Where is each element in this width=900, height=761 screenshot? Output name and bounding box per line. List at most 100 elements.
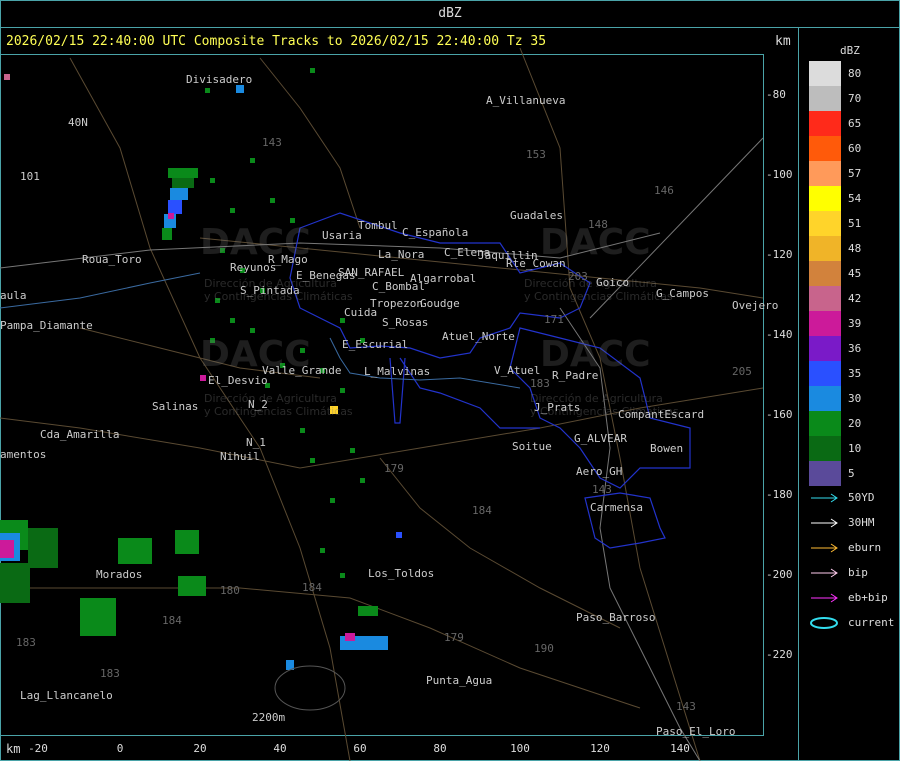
x-tick: 140 bbox=[670, 742, 690, 755]
echo bbox=[175, 530, 199, 554]
place-label: N_2 bbox=[248, 398, 268, 411]
legend-value: 10 bbox=[848, 442, 862, 455]
x-tick: 60 bbox=[353, 742, 367, 755]
place-label: Morados bbox=[96, 568, 143, 581]
echo bbox=[0, 563, 30, 603]
place-label: Divisadero bbox=[186, 73, 253, 86]
x-tick: 20 bbox=[193, 742, 207, 755]
place-label: Punta_Agua bbox=[426, 674, 493, 687]
echo bbox=[236, 85, 244, 93]
legend-swatch bbox=[809, 361, 841, 386]
legend-value: 39 bbox=[848, 317, 862, 330]
place-label: El_Desvio bbox=[208, 374, 268, 387]
place-label: Ovejero bbox=[732, 299, 779, 312]
place-label: S_Pintada bbox=[240, 284, 300, 297]
legend-track-label: 30HM bbox=[848, 516, 875, 529]
contour-label: 203 bbox=[568, 270, 588, 283]
y-tick: -120 bbox=[766, 248, 793, 261]
x-tick: 40 bbox=[273, 742, 287, 755]
x-tick: 0 bbox=[116, 742, 124, 755]
place-label: V_Atuel bbox=[494, 364, 541, 377]
x-tick: -20 bbox=[28, 742, 48, 755]
watermark-line2: y Contingencias Climáticas bbox=[524, 290, 673, 303]
place-label: 40N bbox=[68, 116, 88, 129]
place-label: Bowen bbox=[650, 442, 684, 455]
y-tick: -160 bbox=[766, 408, 793, 421]
place-label: R_Padre bbox=[552, 369, 599, 382]
echo bbox=[162, 228, 172, 240]
legend-value: 57 bbox=[848, 167, 862, 180]
contour-label: 183 bbox=[530, 377, 550, 390]
echo bbox=[345, 633, 355, 641]
contour-label: 143 bbox=[592, 483, 612, 496]
contour-label: 148 bbox=[588, 218, 608, 231]
legend-value: 54 bbox=[848, 192, 862, 205]
place-label: Goudge bbox=[420, 297, 460, 310]
legend-track-label: eb+bip bbox=[848, 591, 888, 604]
legend-value: 20 bbox=[848, 417, 862, 430]
x-tick: 100 bbox=[510, 742, 530, 755]
place-label: aula bbox=[0, 289, 27, 302]
place-label: Los_Toldos bbox=[368, 567, 435, 580]
legend-swatch bbox=[809, 311, 841, 336]
place-label: Lag_Llancanelo bbox=[20, 689, 113, 702]
place-label: Soitue bbox=[512, 440, 552, 453]
legend-swatch bbox=[809, 286, 841, 311]
current-ellipse-icon bbox=[810, 617, 838, 629]
watermark-line1: Dirección de Agricultura bbox=[204, 392, 337, 405]
district-boundary bbox=[289, 212, 691, 549]
legend-value: 70 bbox=[848, 92, 862, 105]
watermark-line2: y Contingencias Climáticas bbox=[204, 405, 353, 418]
contour-label: 184 bbox=[472, 504, 492, 517]
y-tick: -100 bbox=[766, 168, 793, 181]
y-tick: -80 bbox=[766, 88, 786, 101]
scattered-echoes bbox=[205, 68, 365, 578]
place-label: J_Prats bbox=[534, 401, 581, 414]
place-label: C_Española bbox=[402, 226, 469, 239]
legend-swatch bbox=[809, 336, 841, 361]
echo bbox=[172, 178, 194, 188]
echo bbox=[178, 576, 206, 596]
contour-label: 153 bbox=[526, 148, 546, 161]
echo bbox=[28, 528, 58, 568]
echo bbox=[168, 213, 174, 219]
track-arrow-icon bbox=[811, 568, 838, 578]
contour-label: 146 bbox=[654, 184, 674, 197]
place-label: 101 bbox=[20, 170, 40, 183]
legend-swatch bbox=[809, 261, 841, 286]
place-label: amentos bbox=[0, 448, 47, 461]
place-label: Goico bbox=[596, 276, 630, 289]
track-arrow-icon bbox=[811, 543, 838, 553]
place-label: Usaria bbox=[322, 229, 362, 242]
place-label: Valle_Grande bbox=[262, 364, 342, 377]
contour-label: 184 bbox=[302, 581, 322, 594]
legend-value: 30 bbox=[848, 392, 862, 405]
place-label: Pampa_Diamante bbox=[0, 319, 93, 332]
km-label-top: km bbox=[775, 34, 791, 49]
place-label: G_ALVEAR bbox=[574, 432, 627, 445]
legend-value: 45 bbox=[848, 267, 862, 280]
place-label: A_Villanueva bbox=[486, 94, 566, 107]
track-arrow-icon bbox=[811, 493, 838, 503]
legend-swatch bbox=[809, 436, 841, 461]
track-arrow-icon bbox=[811, 518, 838, 528]
echo bbox=[4, 74, 10, 80]
place-label: Paso_Barroso bbox=[576, 611, 656, 624]
window-title: dBZ bbox=[438, 6, 462, 21]
place-label: Cda_Amarilla bbox=[40, 428, 120, 441]
echo bbox=[200, 375, 206, 381]
radar-map[interactable] bbox=[0, 28, 798, 761]
place-label: 2200m bbox=[252, 711, 286, 724]
legend-value: 60 bbox=[848, 142, 862, 155]
place-label: C_Bombal bbox=[372, 280, 425, 293]
place-label: Tropezon bbox=[370, 297, 423, 310]
legend-swatch bbox=[809, 186, 841, 211]
legend-value: 36 bbox=[848, 342, 862, 355]
echo bbox=[168, 200, 182, 214]
y-tick: -200 bbox=[766, 568, 793, 581]
contour-label: 180 bbox=[220, 584, 240, 597]
place-label: Paso_El_Loro bbox=[656, 725, 736, 738]
legend-track-label: 50YD bbox=[848, 491, 875, 504]
legend-value: 80 bbox=[848, 67, 862, 80]
echo bbox=[118, 538, 152, 564]
